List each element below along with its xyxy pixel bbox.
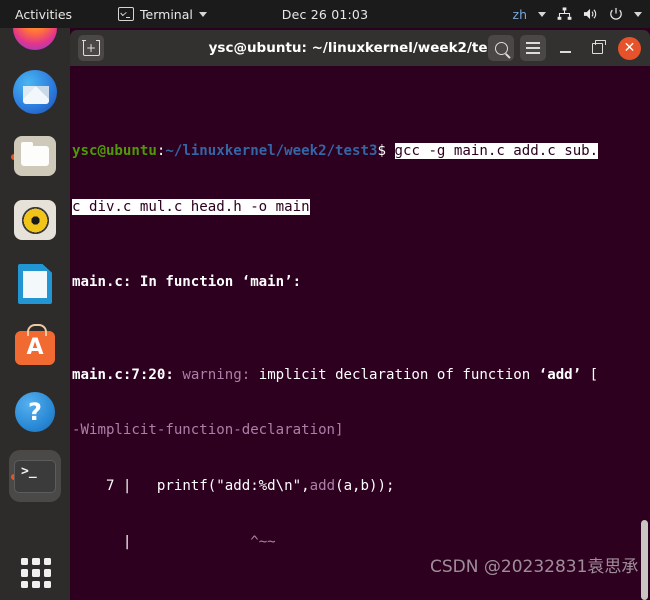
- activities-button[interactable]: Activities: [9, 5, 78, 24]
- maximize-icon: [591, 39, 606, 54]
- terminal-output: ysc@ubuntu:~/linuxkernel/week2/test3$ gc…: [72, 68, 650, 600]
- maximize-button[interactable]: [584, 35, 610, 61]
- dock: A ? >_: [0, 6, 70, 600]
- terminal-line-warning-flag: -Wimplicit-function-declaration]: [72, 421, 650, 440]
- dock-item-rhythmbox[interactable]: [9, 194, 61, 246]
- caret-prefix: |: [72, 533, 251, 550]
- dock-item-help[interactable]: ?: [9, 386, 61, 438]
- status-area: zh: [513, 7, 642, 22]
- warning-text: implicit declaration of function: [250, 366, 539, 383]
- new-tab-icon: +: [82, 39, 100, 56]
- terminal-icon: [118, 7, 135, 21]
- minimize-icon: [559, 51, 571, 53]
- grid-dot: [43, 569, 51, 577]
- terminal-line-warning-head: main.c:7:20: warning: implicit declarati…: [72, 366, 650, 385]
- ubuntu-software-glyph: A: [26, 335, 44, 360]
- caret-marker: ^~~: [250, 533, 276, 550]
- command-compile-part2: c div.c mul.c head.h -o main: [72, 199, 310, 216]
- terminal-prompt-glyph: >_: [21, 463, 37, 479]
- files-icon: [14, 136, 56, 176]
- grid-dot: [21, 580, 29, 588]
- warning-flag: -Wimplicit-function-declaration]: [72, 422, 344, 439]
- terminal-dock-icon: >_: [14, 459, 56, 493]
- app-menu-button[interactable]: Terminal: [118, 7, 207, 22]
- grid-dot: [21, 569, 29, 577]
- plus-glyph: +: [85, 41, 97, 55]
- terminal-line-caret: | ^~~: [72, 533, 650, 552]
- new-tab-button[interactable]: +: [78, 35, 104, 61]
- warning-location: main.c:7:20:: [72, 366, 174, 383]
- terminal-scrollbar[interactable]: [640, 66, 649, 600]
- terminal-window: + ysc@ubuntu: ~/linuxkernel/week2/test3: [70, 30, 650, 600]
- grid-dot: [32, 580, 40, 588]
- menu-button[interactable]: [520, 35, 546, 61]
- prompt-user-host: ysc@ubuntu: [72, 143, 157, 160]
- show-applications-button[interactable]: [21, 558, 51, 588]
- chevron-down-icon: [198, 11, 207, 17]
- window-titlebar[interactable]: + ysc@ubuntu: ~/linuxkernel/week2/test3: [70, 30, 650, 66]
- help-icon: ?: [15, 392, 55, 432]
- terminal-line-code: 7 | printf("add:%d\n",add(a,b));: [72, 477, 650, 496]
- language-chevron-down-icon[interactable]: [538, 11, 546, 17]
- terminal-line-compile-wrap: c div.c mul.c head.h -o main: [72, 198, 650, 217]
- prompt-sigil: $: [377, 143, 387, 160]
- code-suffix: (a,b));: [335, 478, 395, 495]
- app-menu-label: Terminal: [140, 6, 193, 22]
- grid-dot: [32, 569, 40, 577]
- power-icon[interactable]: [609, 7, 623, 21]
- network-icon[interactable]: [557, 7, 572, 21]
- code-line-number: 7 |: [72, 478, 132, 495]
- terminal-body[interactable]: ysc@ubuntu:~/linuxkernel/week2/test3$ gc…: [70, 66, 650, 600]
- grid-dot: [21, 558, 29, 566]
- grid-dot: [32, 558, 40, 566]
- minimize-button[interactable]: [552, 35, 578, 61]
- close-icon: ✕: [623, 40, 636, 56]
- input-language-indicator[interactable]: zh: [513, 7, 527, 22]
- libreoffice-writer-icon: [18, 264, 52, 304]
- clock[interactable]: Dec 26 01:03: [282, 7, 368, 22]
- code-function: add: [309, 478, 336, 495]
- grid-dot: [43, 580, 51, 588]
- code-prefix: printf("add:%d\n",: [131, 478, 310, 495]
- window-controls: ✕: [488, 35, 644, 61]
- warning-function: ‘add’: [538, 366, 582, 383]
- rhythmbox-icon: [14, 200, 56, 240]
- hamburger-menu-icon: [526, 39, 540, 56]
- terminal-line-in-function: main.c: In function ‘main’:: [72, 273, 650, 292]
- ubuntu-software-icon: A: [15, 324, 55, 365]
- close-button[interactable]: ✕: [618, 36, 641, 60]
- dock-item-ubuntu-software[interactable]: A: [9, 322, 61, 374]
- grid-dot: [43, 558, 51, 566]
- thunderbird-icon: [13, 70, 57, 114]
- dock-item-thunderbird[interactable]: [9, 66, 61, 118]
- terminal-line-prompt-compile: ysc@ubuntu:~/linuxkernel/week2/test3$ gc…: [72, 142, 650, 161]
- screen: Activities Terminal Dec 26 01:03 zh A ? …: [0, 0, 650, 600]
- in-function-text: main.c: In function ‘main’:: [72, 273, 302, 290]
- command-compile-part1: gcc -g main.c add.c sub.: [394, 143, 599, 160]
- prompt-path: ~/linuxkernel/week2/test3: [165, 143, 378, 160]
- volume-icon[interactable]: [583, 7, 598, 21]
- dock-item-files[interactable]: [9, 130, 61, 182]
- dock-item-libreoffice-writer[interactable]: [9, 258, 61, 310]
- dock-item-terminal[interactable]: >_: [9, 450, 61, 502]
- search-icon: [494, 41, 508, 55]
- system-menu-chevron-down-icon[interactable]: [634, 11, 642, 17]
- warning-kind: warning:: [182, 366, 251, 383]
- warning-bracket: [: [581, 366, 599, 383]
- search-button[interactable]: [488, 35, 514, 61]
- gnome-top-bar: Activities Terminal Dec 26 01:03 zh: [0, 0, 650, 28]
- scrollbar-thumb[interactable]: [641, 519, 648, 600]
